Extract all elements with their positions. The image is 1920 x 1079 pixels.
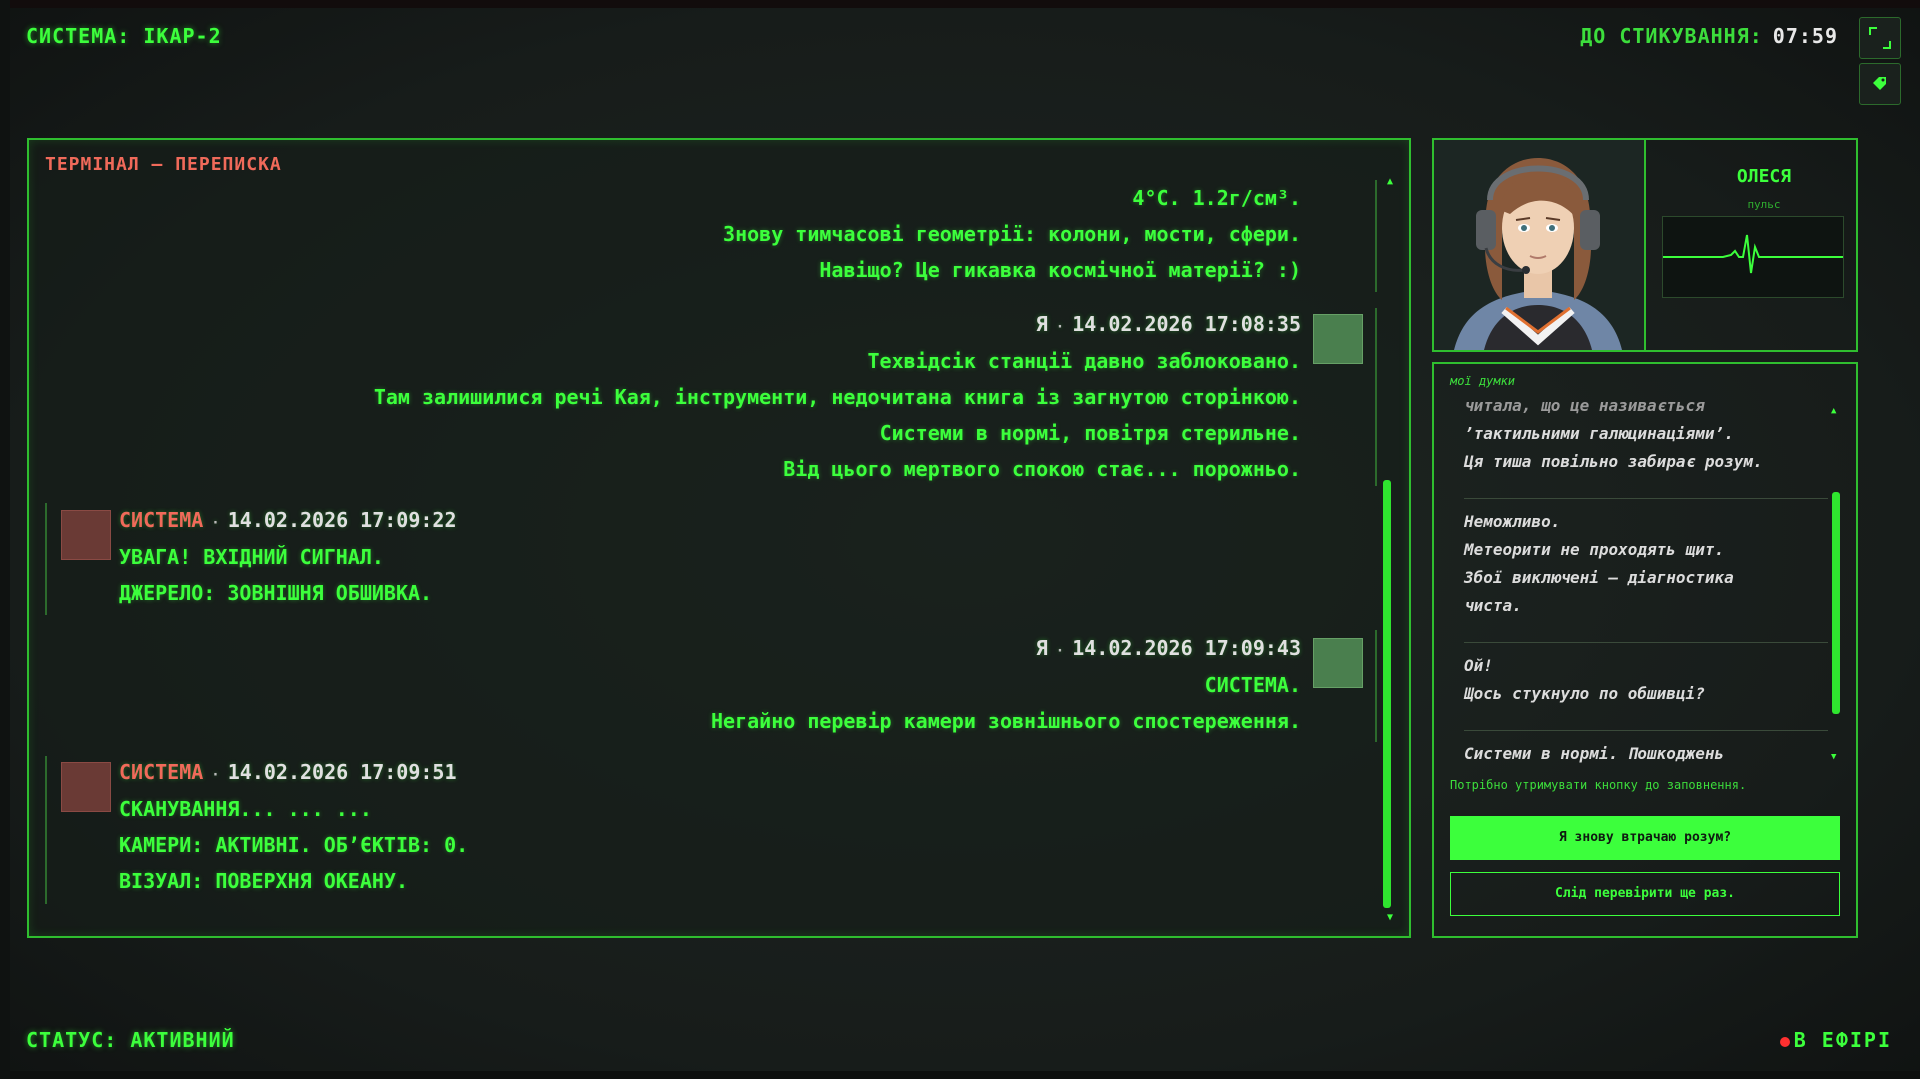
message-timestamp: 14.02.2026 17:09:43 — [1072, 636, 1301, 660]
message-author: СИСТЕМА — [119, 760, 204, 784]
message-bracket — [45, 756, 51, 904]
thoughts-title: мої думки — [1450, 374, 1516, 388]
status-label: СТАТУС: АКТИВНИЙ — [26, 1028, 235, 1052]
message-meta: СИСТЕМА · 14.02.2026 17:09:22 — [119, 508, 457, 532]
message-line: Системи в нормі, повітря стерильне. — [879, 421, 1301, 445]
message-line: ДЖЕРЕЛО: ЗОВНІШНЯ ОБШИВКА. — [119, 581, 433, 605]
message-timestamp: 14.02.2026 17:09:51 — [227, 760, 457, 784]
docking-timer: ДО СТИКУВАННЯ: 07:59 — [1580, 24, 1838, 48]
message-meta: Я · 14.02.2026 17:09:43 — [1035, 636, 1301, 660]
message-line: СКАНУВАННЯ... ... ... — [119, 797, 372, 821]
docking-label: ДО СТИКУВАННЯ: — [1580, 24, 1763, 48]
choice-secondary-button[interactable]: Слід перевірити ще раз. — [1450, 872, 1840, 916]
message-timestamp: 14.02.2026 17:09:22 — [227, 508, 457, 532]
live-dot-icon — [1779, 1036, 1790, 1047]
heartbeat-icon — [1663, 234, 1843, 274]
terminal-panel: ТЕРМІНАЛ — ПЕРЕПИСКА 4°C. 1.2г/см³. Знов… — [27, 138, 1411, 938]
message-meta: СИСТЕМА · 14.02.2026 17:09:51 — [119, 760, 457, 784]
message-line: 4°C. 1.2г/см³. — [1132, 186, 1301, 210]
character-portrait — [1434, 140, 1646, 350]
thought-line: читала, що це називається — [1464, 396, 1705, 415]
thought-divider — [1464, 730, 1828, 731]
message-line: СИСТЕМА. — [1204, 673, 1301, 697]
thought-line: Збої виключені – діагностика — [1464, 568, 1734, 587]
thought-divider — [1464, 498, 1828, 499]
message-meta: Я · 14.02.2026 17:08:35 — [1035, 312, 1301, 336]
message-line: Негайно перевір камери зовнішнього спост… — [710, 709, 1301, 733]
on-air-indicator: В ЕФІРІ — [1779, 1028, 1892, 1052]
avatar — [61, 762, 111, 812]
message-line: Там залишилися речі Кая, інструменти, не… — [373, 385, 1301, 409]
message-line: Навіщо? Це гикавка космічної матерії? :) — [819, 258, 1301, 282]
message-bracket — [1371, 180, 1377, 292]
message-line: УВАГА! ВХІДНИЙ СИГНАЛ. — [119, 545, 384, 569]
message-bracket — [1371, 308, 1377, 486]
scroll-up-icon[interactable]: ▲ — [1831, 406, 1836, 416]
message-bracket — [45, 503, 51, 615]
terminal-scrollbar[interactable] — [1383, 480, 1391, 908]
message-author: СИСТЕМА — [119, 508, 204, 532]
terminal-title: ТЕРМІНАЛ — ПЕРЕПИСКА — [45, 154, 282, 175]
thought-divider — [1464, 642, 1828, 643]
message-line: ВІЗУАЛ: ПОВЕРХНЯ ОКЕАНУ. — [119, 869, 408, 893]
pulse-label: пульс — [1747, 198, 1781, 211]
avatar — [61, 510, 111, 560]
thought-line: Метеорити не проходять щит. — [1464, 540, 1725, 559]
thought-line: Ця тиша повільно забирає розум. — [1464, 452, 1763, 471]
character-name: ОЛЕСЯ — [1736, 166, 1792, 187]
message-author: Я — [1035, 312, 1048, 336]
thought-line: Системи в нормі. Пошкоджень — [1464, 744, 1725, 763]
message-timestamp: 14.02.2026 17:08:35 — [1072, 312, 1301, 336]
thought-line: ’тактильними галюцинаціями’. — [1464, 424, 1734, 443]
system-label: СИСТЕМА: ІКАР-2 — [26, 24, 222, 48]
tag-button[interactable] — [1859, 63, 1901, 105]
thought-line: Ой! — [1464, 656, 1493, 675]
fullscreen-button[interactable] — [1859, 17, 1901, 59]
screen-edge — [0, 0, 10, 1079]
message-line: КАМЕРИ: АКТИВНІ. ОБ’ЄКТІВ: 0. — [119, 833, 469, 857]
character-panel: ОЛЕСЯ пульс — [1432, 138, 1858, 352]
thought-line: Щось стукнуло по обшивці? — [1464, 684, 1705, 703]
message-line: Знову тимчасові геометрії: колони, мости… — [723, 222, 1301, 246]
fullscreen-icon — [1869, 27, 1891, 49]
avatar — [1313, 314, 1363, 364]
message-line: Техвідсік станції давно заблоковано. — [867, 349, 1301, 373]
on-air-label: В ЕФІРІ — [1793, 1028, 1892, 1052]
docking-time: 07:59 — [1772, 24, 1838, 48]
scroll-up-icon[interactable]: ▲ — [1387, 176, 1393, 187]
avatar — [1313, 638, 1363, 688]
portrait-image — [1434, 140, 1642, 350]
thought-line: чиста. — [1464, 596, 1522, 615]
scroll-down-icon[interactable]: ▼ — [1831, 752, 1836, 762]
thoughts-panel: мої думки читала, що це називається ’так… — [1432, 362, 1858, 938]
message-line: Від цього мертвого спокою стає... порожн… — [783, 457, 1301, 481]
pulse-monitor — [1662, 216, 1844, 298]
message-bracket — [1371, 630, 1377, 742]
message-author: Я — [1035, 636, 1048, 660]
choice-primary-button[interactable]: Я знову втрачаю розум? — [1450, 816, 1840, 860]
hold-hint: Потрібно утримувати кнопку до заповнення… — [1450, 778, 1747, 792]
thought-line: Неможливо. — [1464, 512, 1561, 531]
tag-icon — [1873, 77, 1886, 90]
scroll-down-icon[interactable]: ▼ — [1387, 912, 1393, 923]
thoughts-scrollbar[interactable] — [1832, 492, 1840, 714]
